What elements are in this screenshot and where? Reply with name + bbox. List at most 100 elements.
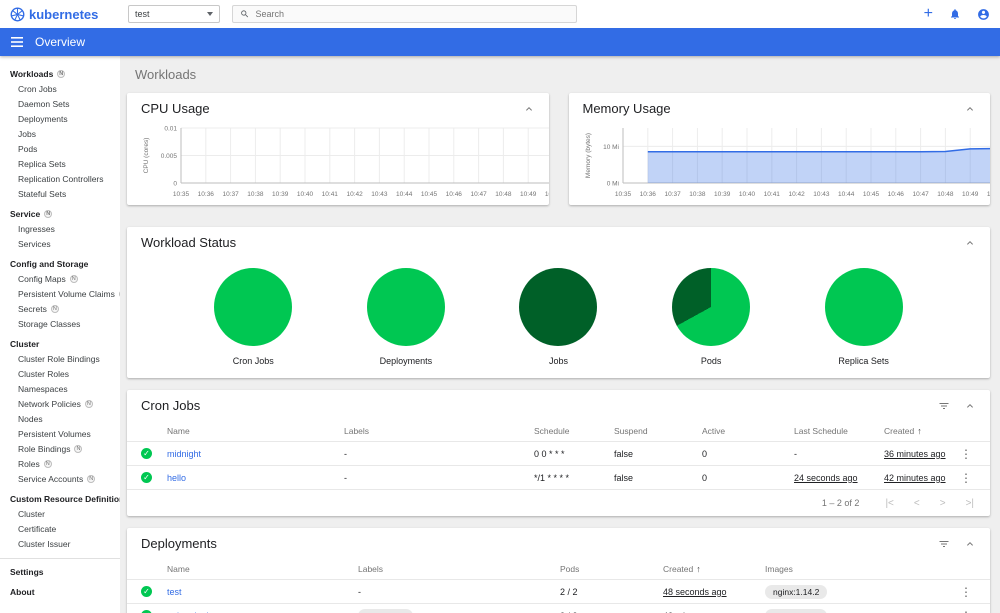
create-button[interactable]: +: [924, 6, 933, 22]
pie-label: Deployments: [379, 356, 433, 366]
cronjobs-card: Cron Jobs Name Labels Schedule Suspend Activ…: [127, 390, 990, 516]
sidebar-item-label: Namespaces: [18, 383, 68, 394]
sidebar-item-storage-classes[interactable]: Storage Classes: [0, 316, 120, 331]
row-menu-button[interactable]: ⋮: [956, 472, 976, 484]
sidebar-item-persistent-volumes[interactable]: Persistent Volumes: [0, 426, 120, 441]
column-header-images[interactable]: Images: [765, 564, 956, 574]
sidebar-item-cluster-issuer[interactable]: Cluster Issuer: [0, 536, 120, 551]
column-header-created[interactable]: Created ↑: [663, 564, 765, 574]
cell-labels: app: nginx: [358, 608, 560, 613]
collapse-button[interactable]: [523, 103, 535, 115]
column-header-labels[interactable]: Labels: [358, 564, 560, 574]
card-title: Memory Usage: [582, 101, 671, 116]
last-page-button[interactable]: >|: [966, 498, 974, 509]
cronjob-name-link[interactable]: midnight: [167, 449, 344, 459]
sidebar-item-label: Cluster: [18, 508, 45, 519]
collapse-button[interactable]: [964, 538, 976, 550]
sidebar-item-settings[interactable]: Settings: [0, 564, 120, 579]
namespace-select[interactable]: test: [128, 5, 220, 23]
sidebar-item-config-and-storage[interactable]: Config and Storage: [0, 256, 120, 271]
sidebar-item-jobs[interactable]: Jobs: [0, 126, 120, 141]
first-page-button[interactable]: |<: [885, 498, 893, 509]
sidebar-item-label: Roles: [18, 458, 40, 469]
sidebar-item-custom-resource-definitions[interactable]: Custom Resource Definitions: [0, 491, 120, 506]
sidebar-item-certificate[interactable]: Certificate: [0, 521, 120, 536]
sidebar-item-roles[interactable]: Roles N: [0, 456, 120, 471]
column-header-last-schedule[interactable]: Last Schedule: [794, 426, 884, 436]
sidebar-item-replica-sets[interactable]: Replica Sets: [0, 156, 120, 171]
filter-button[interactable]: [938, 538, 950, 550]
svg-text:10:36: 10:36: [639, 191, 656, 198]
sidebar-item-nodes[interactable]: Nodes: [0, 411, 120, 426]
namespace-value: test: [135, 9, 150, 19]
sidebar-item-cluster-role-bindings[interactable]: Cluster Role Bindings: [0, 351, 120, 366]
filter-button[interactable]: [938, 400, 950, 412]
notifications-button[interactable]: [949, 8, 961, 20]
memory-usage-card: Memory Usage 10:35 10:36 10:37 10:38 10:39 10…: [568, 93, 990, 205]
sidebar-item-secrets[interactable]: Secrets N: [0, 301, 120, 316]
next-page-button[interactable]: >: [940, 498, 946, 509]
svg-text:10:50: 10:50: [986, 191, 990, 198]
cronjob-name-link[interactable]: hello: [167, 473, 344, 483]
collapse-button[interactable]: [964, 400, 976, 412]
column-header-suspend[interactable]: Suspend: [614, 426, 702, 436]
sidebar-item-label: Cluster: [10, 338, 40, 349]
sidebar-item-pods[interactable]: Pods: [0, 141, 120, 156]
card-title: Cron Jobs: [141, 398, 201, 413]
sidebar-item-persistent-volume-claims[interactable]: Persistent Volume ClaimsN: [0, 286, 120, 301]
sidebar-item-replication-controllers[interactable]: Replication Controllers: [0, 171, 120, 186]
pie-chart[interactable]: [824, 268, 903, 346]
row-menu-button[interactable]: ⋮: [956, 448, 976, 460]
sidebar-item-service-accounts[interactable]: Service Accounts N: [0, 471, 120, 486]
svg-text:10:41: 10:41: [322, 191, 339, 198]
search-input[interactable]: [255, 9, 569, 19]
sidebar-item-about[interactable]: About: [0, 584, 120, 599]
sidebar-item-services[interactable]: Services: [0, 236, 120, 251]
sidebar-item-cluster[interactable]: Cluster: [0, 506, 120, 521]
column-header-name[interactable]: Name: [167, 564, 358, 574]
search-bar[interactable]: [232, 5, 577, 23]
cell-suspend: false: [614, 448, 634, 459]
top-header: kubernetes test +: [0, 0, 1000, 28]
sidebar-item-service[interactable]: Service N: [0, 206, 120, 221]
account-button[interactable]: [977, 8, 990, 21]
pie-chart[interactable]: [519, 268, 598, 346]
prev-page-button[interactable]: <: [914, 498, 920, 509]
deployment-name-link[interactable]: test: [167, 587, 358, 597]
sidebar-item-stateful-sets[interactable]: Stateful Sets: [0, 186, 120, 201]
column-header-active[interactable]: Active: [702, 426, 794, 436]
column-header-created[interactable]: Created ↑: [884, 426, 956, 436]
sidebar-item-ingresses[interactable]: Ingresses: [0, 221, 120, 236]
pie-chart[interactable]: [214, 268, 293, 346]
column-header-name[interactable]: Name: [167, 426, 344, 436]
column-header-labels[interactable]: Labels: [344, 426, 534, 436]
column-header-pods[interactable]: Pods: [560, 564, 663, 574]
sidebar-item-cluster[interactable]: Cluster: [0, 336, 120, 351]
sidebar-item-daemon-sets[interactable]: Daemon Sets: [0, 96, 120, 111]
cell-schedule: */1 * * * *: [534, 472, 570, 483]
pie-chart[interactable]: [366, 268, 445, 346]
collapse-button[interactable]: [964, 103, 976, 115]
sidebar-item-config-maps[interactable]: Config Maps N: [0, 271, 120, 286]
collapse-button[interactable]: [964, 237, 976, 249]
sidebar-item-namespaces[interactable]: Namespaces: [0, 381, 120, 396]
column-header-schedule[interactable]: Schedule: [534, 426, 614, 436]
sidebar-item-cron-jobs[interactable]: Cron Jobs: [0, 81, 120, 96]
sidebar-item-deployments[interactable]: Deployments: [0, 111, 120, 126]
pie-chart[interactable]: [672, 268, 751, 346]
sidebar-item-workloads[interactable]: Workloads N: [0, 66, 120, 81]
sidebar-item-role-bindings[interactable]: Role Bindings N: [0, 441, 120, 456]
brand[interactable]: kubernetes: [10, 7, 116, 22]
sidebar-item-cluster-roles[interactable]: Cluster Roles: [0, 366, 120, 381]
status-pie-pods: Pods: [672, 268, 751, 366]
search-icon: [241, 10, 249, 18]
svg-text:10:42: 10:42: [346, 191, 363, 198]
row-menu-button[interactable]: ⋮: [956, 586, 976, 598]
brand-name: kubernetes: [29, 6, 99, 22]
sidebar-item-network-policies[interactable]: Network Policies N: [0, 396, 120, 411]
row-menu-button[interactable]: ⋮: [956, 610, 976, 613]
svg-text:10:48: 10:48: [495, 191, 512, 198]
namespaced-badge: N: [44, 209, 53, 218]
menu-button[interactable]: [11, 37, 23, 47]
table-header-row: Name Labels Pods Created ↑ Images: [127, 558, 990, 580]
